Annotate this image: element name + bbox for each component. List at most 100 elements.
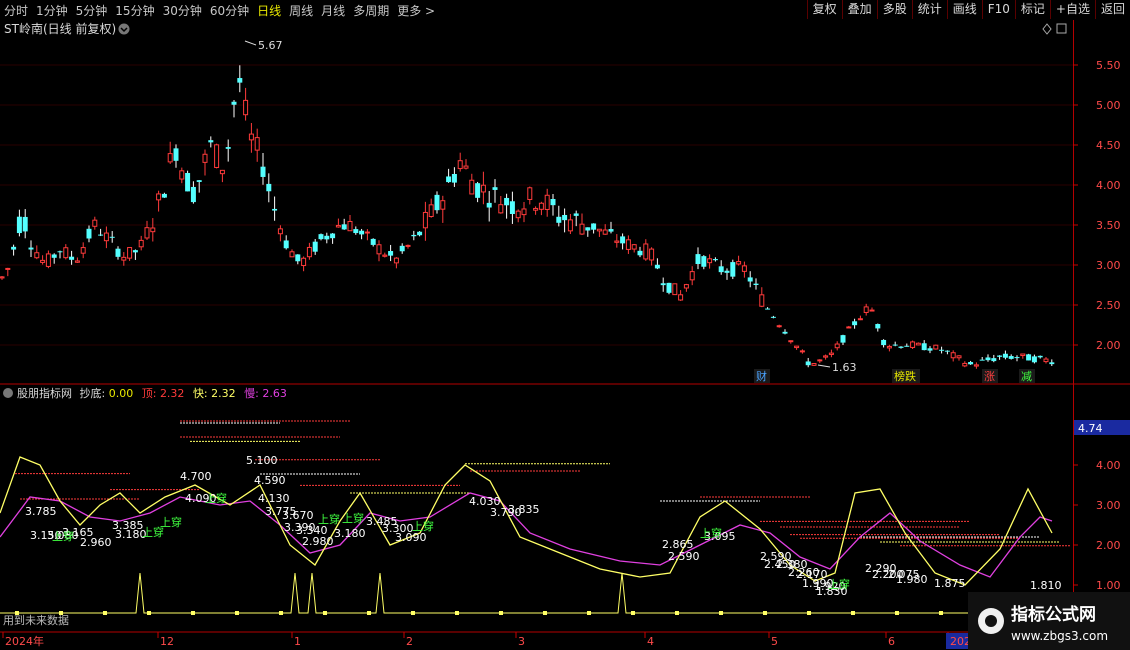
cross-up-signal-label: 上穿 [160,515,182,529]
period-tab-3[interactable]: 15分钟 [111,2,158,19]
candle[interactable] [915,342,921,346]
action-button-1[interactable]: 叠加 [841,0,877,19]
event-tag[interactable]: 榜跌 [892,369,920,383]
signal-dot [455,611,459,615]
period-tab-0[interactable]: 分时 [0,2,32,19]
ding-label: 顶: [142,387,157,400]
level-label: 3.835 [508,503,540,516]
action-button-7[interactable]: +自选 [1049,0,1095,19]
candle[interactable] [185,170,191,192]
cross-up-signal-label: 上穿 [318,512,340,526]
indicator-tick-label: 4.00 [1096,459,1121,472]
action-button-6[interactable]: 标记 [1014,0,1050,19]
level-label: 4.130 [258,492,290,505]
level-label: 1.875 [934,577,966,590]
time-label: 2024年 [5,634,44,648]
candle[interactable] [933,344,939,350]
action-button-2[interactable]: 多股 [876,0,912,19]
signal-dot [895,611,899,615]
price-tick-label: 3.00 [1096,259,1121,272]
candle[interactable] [666,282,672,295]
candle[interactable] [1026,353,1032,361]
level-label: 1.980 [896,573,928,586]
title-menu-icon[interactable] [118,23,130,35]
signal-dot [235,611,239,615]
cross-up-signal-label: 上穿 [828,577,850,591]
cross-up-signal-label: 上穿 [700,526,722,540]
watermark-url: www.zbgs3.com [1011,629,1108,643]
watermark: 指标公式网 www.zbgs3.com [968,592,1130,650]
future-data-note: 用到未来数据 [3,613,69,627]
level-label: 3.785 [25,505,57,518]
level-label: 4.590 [254,474,286,487]
action-button-4[interactable]: 画线 [946,0,982,19]
indicator-tick-label: 3.00 [1096,499,1121,512]
period-tab-7[interactable]: 周线 [285,2,317,19]
signal-dot [807,611,811,615]
level-label: 2.590 [668,550,700,563]
toolbar: 分时 1分钟 5分钟 15分钟 30分钟 60分钟 日线 周线 月线 多周期 更多 > 复权 叠加 多股… [0,0,1130,21]
time-label: 4 [647,635,654,648]
low-price-label: 1.63 [832,361,857,374]
action-buttons: 复权 叠加 多股 统计 画线 F10 标记 +自选 返回 [806,0,1130,20]
indicator-tick-label: 2.00 [1096,539,1121,552]
period-tab-10[interactable]: 更多 > [393,2,439,19]
ding-value: 2.32 [160,387,185,400]
time-label: 6 [888,635,895,648]
signal-dot [587,611,591,615]
period-tab-9[interactable]: 多周期 [349,2,393,19]
level-label: 2.980 [302,535,334,548]
price-tick-label: 2.00 [1096,339,1121,352]
cross-up-signal-label: 上穿 [205,491,227,505]
action-button-3[interactable]: 统计 [911,0,947,19]
candle[interactable] [214,143,220,169]
indicator-menu-icon[interactable] [3,388,13,398]
price-tick-label: 5.50 [1096,59,1121,72]
period-tab-1[interactable]: 1分钟 [32,2,72,19]
signal-dot [411,611,415,615]
signal-dot [279,611,283,615]
signal-dot [763,611,767,615]
cross-up-signal-label: 上穿 [412,519,434,533]
candle[interactable] [811,363,817,366]
chart-area[interactable]: 5.50 5.00 4.50 4.00 3.50 3.00 2.50 2.00 5.67 1.6… [0,20,1130,650]
current-value: 4.74 [1078,422,1103,435]
cross-up-signal-label: 上穿 [342,511,364,525]
signal-dot [631,611,635,615]
man-label: 慢: [244,387,259,400]
signal-dot [191,611,195,615]
event-tag[interactable]: 财 [754,369,770,383]
time-label: 2 [406,635,413,648]
chaodi-value: 0.00 [109,387,134,400]
signal-dot [499,611,503,615]
period-tab-2[interactable]: 5分钟 [72,2,112,19]
action-button-5[interactable]: F10 [981,0,1015,19]
event-tag-label: 财 [756,369,767,383]
period-tab-4[interactable]: 30分钟 [159,2,206,19]
signal-dot [851,611,855,615]
event-tag[interactable]: 涨 [982,369,998,383]
indicator-name: 股朋指标网 [17,386,72,400]
stock-title: ST岭南(日线 前复权) [4,21,116,36]
action-button-8[interactable]: 返回 [1094,0,1130,19]
period-tab-6[interactable]: 日线 [253,2,285,19]
action-button-0[interactable]: 复权 [806,0,842,19]
kuai-value: 2.32 [211,387,236,400]
signal-dot [719,611,723,615]
price-tick-label: 4.00 [1096,179,1121,192]
candle[interactable] [672,283,678,296]
indicator-tick-label: 1.00 [1096,579,1121,592]
level-label: 4.700 [180,470,212,483]
time-label: 12 [160,635,174,648]
candle[interactable] [730,259,736,280]
candle[interactable] [910,340,916,349]
event-tag[interactable]: 减 [1019,369,1035,383]
cross-up-signal-label: 上穿 [52,529,74,543]
signal-dot [323,611,327,615]
level-label: 5.100 [246,454,278,467]
event-tag-label: 榜跌 [894,369,916,383]
signal-dot [103,611,107,615]
period-tab-5[interactable]: 60分钟 [206,2,253,19]
chaodi-label: 抄底: [80,386,106,400]
period-tab-8[interactable]: 月线 [317,2,349,19]
